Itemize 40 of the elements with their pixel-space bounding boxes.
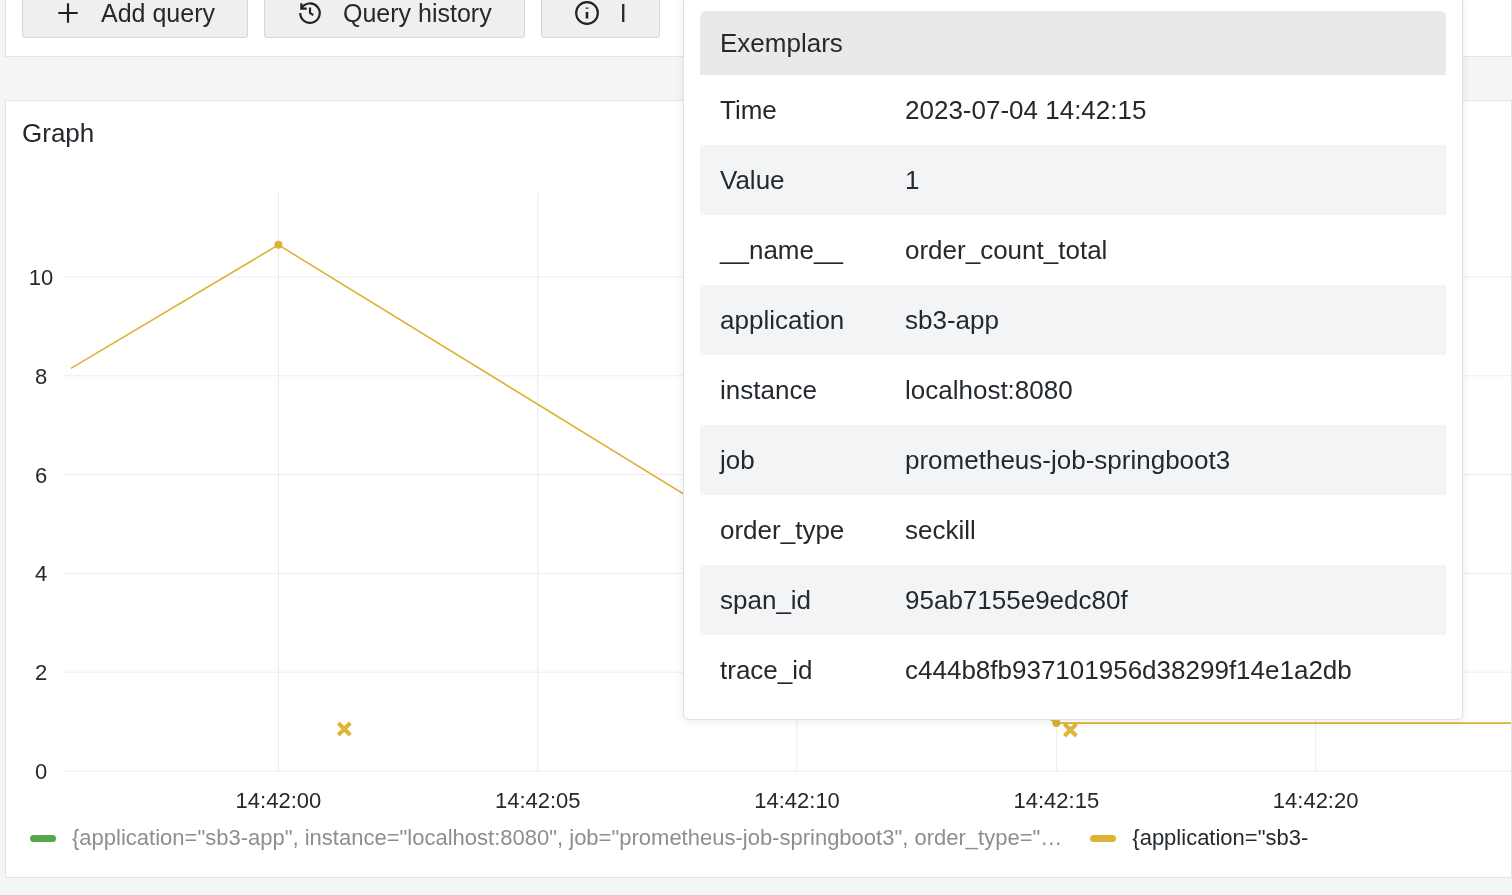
- field-name: instance: [720, 374, 818, 406]
- y-axis-label: 6: [34, 462, 48, 488]
- x-axis-label: 14:42:20: [1272, 788, 1359, 813]
- legend-label[interactable]: {application="sb3-: [1132, 825, 1309, 851]
- y-axis-label: 8: [34, 363, 48, 389]
- field-name: span_id: [720, 584, 813, 616]
- field-name: application: [720, 304, 846, 336]
- field-name: order_type: [720, 514, 846, 546]
- field-name: __name__: [720, 234, 845, 266]
- field-value: localhost:8080: [905, 374, 1073, 406]
- field-name: trace_id: [720, 654, 814, 686]
- field-value: sb3-app: [905, 304, 999, 336]
- x-axis-label: 14:42:00: [235, 788, 322, 813]
- y-axis-label: 10: [28, 265, 54, 290]
- field-name: Time: [720, 94, 778, 126]
- y-axis-label: 2: [34, 660, 48, 686]
- tooltip-title: Exemplars: [700, 11, 1446, 75]
- history-icon: [296, 0, 323, 26]
- x-axis-label: 14:42:05: [494, 788, 581, 813]
- x-axis-label: 14:42:15: [1013, 788, 1100, 813]
- field-value: c444b8fb937101956d38299f14e1a2db: [905, 654, 1352, 686]
- field-value: 2023-07-04 14:42:15: [905, 94, 1147, 126]
- field-value: 95ab7155e9edc80f: [905, 584, 1128, 616]
- field-value: 1: [905, 164, 920, 196]
- info-icon: [573, 0, 600, 26]
- toolbar-button[interactable]: Query history: [263, 0, 525, 38]
- field-value: order_count_total: [905, 234, 1108, 266]
- y-axis-label: 0: [34, 759, 48, 784]
- y-axis-label: 4: [34, 561, 48, 587]
- panel-title: Graph: [22, 118, 95, 150]
- toolbar-button[interactable]: I: [540, 0, 660, 38]
- field-name: job: [720, 444, 756, 476]
- x-axis-label: 14:42:10: [754, 788, 840, 813]
- field-name: Value: [720, 164, 786, 196]
- plus-icon: [55, 0, 81, 26]
- field-value: prometheus-job-springboot3: [905, 444, 1231, 476]
- field-value: seckill: [905, 514, 976, 546]
- exemplar-marker[interactable]: [336, 721, 353, 737]
- exemplar-marker[interactable]: [1062, 722, 1079, 738]
- toolbar-button[interactable]: Add query: [22, 0, 248, 38]
